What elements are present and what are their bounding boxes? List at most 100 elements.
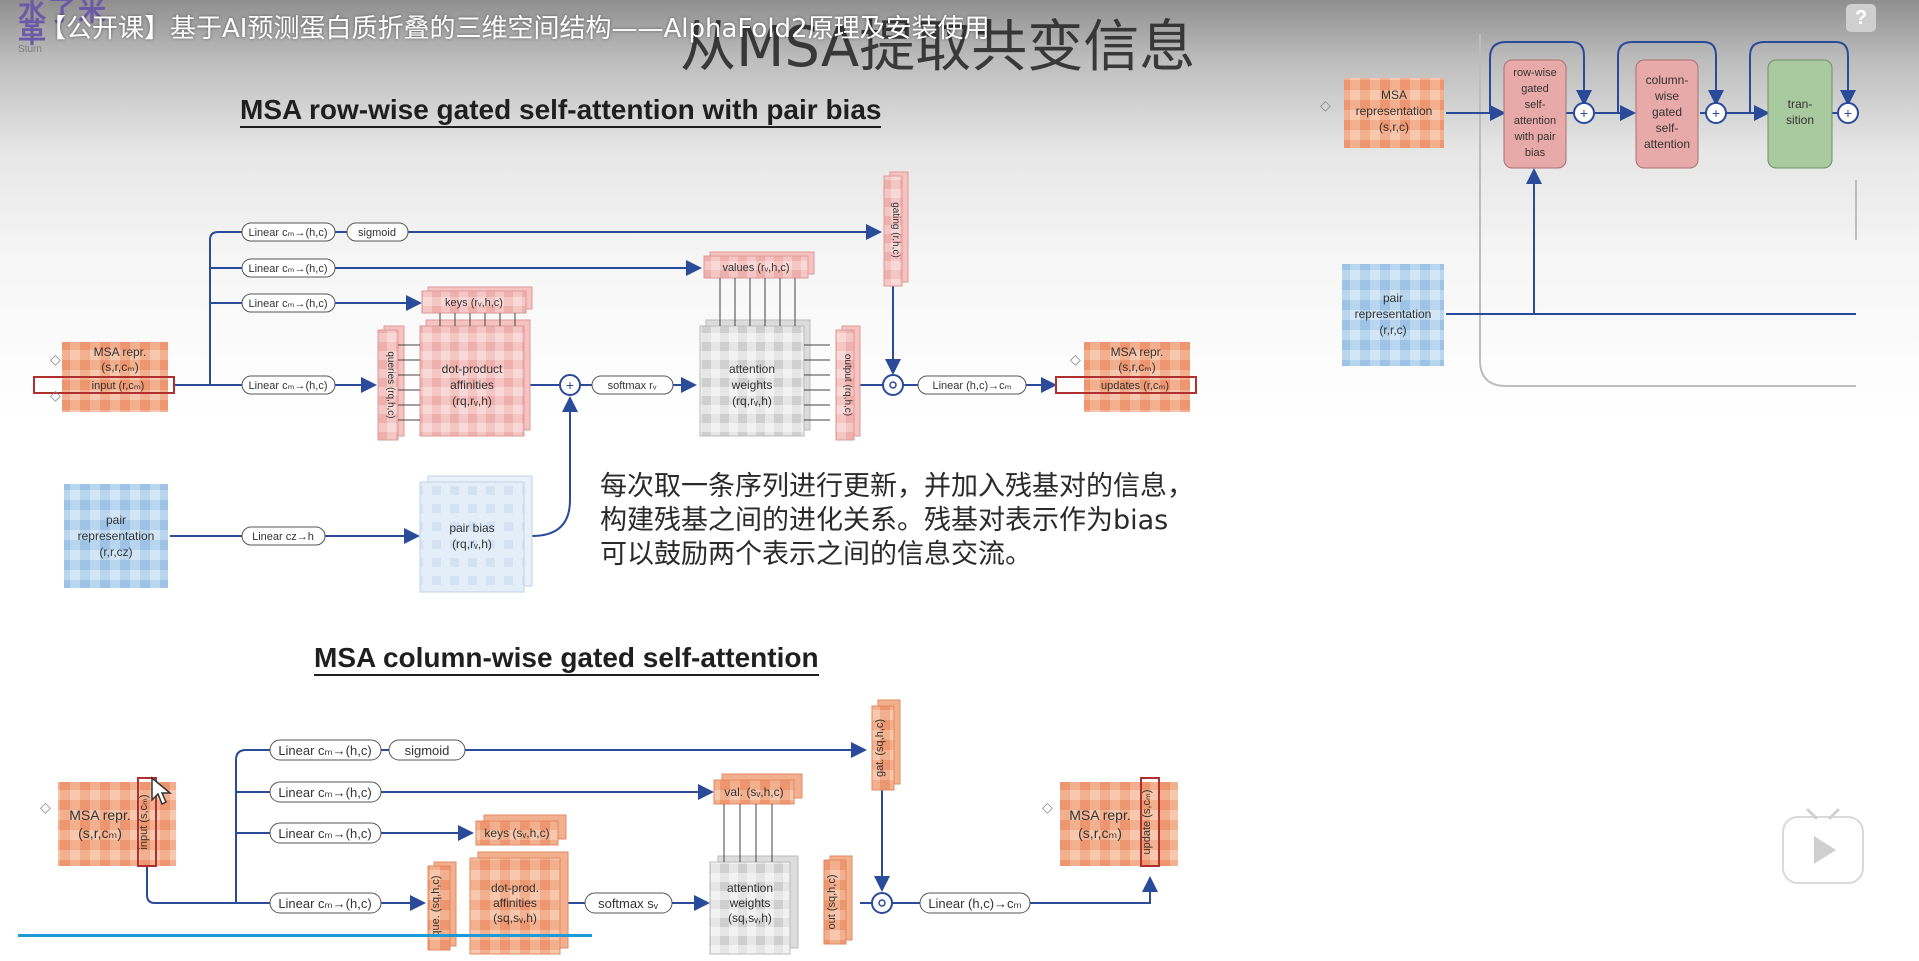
evoformer-diagram: MSA representation (s,r,c) ◇ row-wise ga… (1320, 34, 1859, 387)
evo-row-4: attention (1514, 115, 1556, 127)
row-pair-bias-label-2: (rq,rᵥ,h) (452, 537, 492, 551)
row-linear-pair-pill: Linear cz→h (241, 526, 326, 546)
col-gate-node (871, 892, 893, 914)
play-icon (1814, 836, 1836, 864)
row-msa-out-label-1: MSA repr. (1111, 345, 1164, 359)
svg-text:◇: ◇ (1070, 351, 1081, 367)
row-linear-3: Linear cₘ→(h,c) (249, 298, 328, 310)
col-input-label: input (s,cₘ) (138, 794, 150, 849)
logo-sub: Sturn (18, 44, 42, 55)
evo-col-4: self- (1656, 121, 1679, 135)
row-linear-out-pill: Linear (h,c)→cₘ (917, 375, 1027, 395)
row-msa-label-1: MSA repr. (94, 345, 147, 359)
row-dot-label-1: dot-product (442, 362, 503, 376)
col-val-stack: val. (sᵥ,h,c) (713, 773, 803, 805)
attention-diagram: MSA repr. (s,r,cₘ) input (r,cₘ) ◇ ◇ Line… (33, 34, 1859, 955)
row-queries-stack: queries (rq,h,c) (377, 325, 405, 441)
row-pair-label-1: pair (106, 513, 126, 527)
row-gating-stack: gating (r,h,c) (883, 171, 909, 287)
row-pair-label-2: representation (78, 529, 155, 543)
col-attn-label-3: (sq,sᵥ,h) (728, 911, 772, 925)
row-softmax-pill: softmax rᵥ (591, 375, 674, 395)
svg-text:+: + (1580, 105, 1588, 121)
evo-msa-label-2: representation (1356, 104, 1433, 118)
row-pair-repr-block: pair representation (r,r,cz) (64, 484, 168, 588)
svg-text:+: + (1844, 105, 1852, 121)
col-out-label: out (sq,h,c) (826, 874, 838, 929)
row-gating-label: gating (r,h,c) (890, 202, 901, 258)
video-progress-bar[interactable] (18, 934, 592, 937)
col-out-stack: out (sq,h,c) (823, 855, 853, 945)
svg-text:+: + (566, 377, 574, 393)
evo-col-1: column- (1646, 73, 1689, 87)
row-keys-label: keys (rᵥ,h,c) (445, 297, 503, 309)
evo-msa-label-3: (s,r,c) (1379, 120, 1409, 134)
col-linear-2: Linear cₘ→(h,c) (278, 785, 371, 800)
col-gat-label: gat. (sq,h,c) (874, 719, 886, 777)
row-keys-stack: keys (rᵥ,h,c) (421, 286, 533, 314)
col-que-label: que. (sq,h,c) (430, 875, 442, 936)
row-dot-label-2: affinities (450, 378, 494, 392)
play-button[interactable] (1782, 808, 1864, 884)
col-linear-4: Linear cₘ→(h,c) (278, 896, 371, 911)
row-msa-label-2: (s,r,cₘ) (101, 360, 138, 374)
col-linear-1: Linear cₘ→(h,c) (278, 743, 371, 758)
row-dot-label-3: (rq,rᵥ,h) (452, 394, 492, 408)
evo-col-3: gated (1652, 105, 1682, 119)
col-dot-prod-block: dot-prod. affinities (sq,sᵥ,h) (469, 851, 569, 955)
row-attn-label-3: (rq,rᵥ,h) (732, 394, 772, 408)
evo-trans-2: sition (1786, 113, 1814, 127)
row-dot-product-block: dot-product affinities (rq,rᵥ,h) (398, 313, 531, 437)
col-msa-output-block: MSA repr. (s,r,cₘ) update (s,cₘ) ◇ (1042, 777, 1178, 867)
mouse-cursor-icon (151, 776, 172, 806)
evo-row-3: self- (1525, 99, 1546, 111)
row-attn-label-1: attention (729, 362, 775, 376)
col-val-label: val. (sᵥ,h,c) (724, 785, 783, 799)
evo-trans-1: tran- (1788, 97, 1813, 111)
row-linear-2: Linear cₘ→(h,c) (249, 263, 328, 275)
col-attention-weights-block: attention weights (sq,sᵥ,h) (709, 804, 799, 955)
col-attn-label-2: weights (729, 896, 771, 910)
col-linear-out-label: Linear (h,c)→cₘ (928, 896, 1021, 911)
svg-text:◇: ◇ (1042, 799, 1053, 815)
col-msa-label-2: (s,r,cₘ) (78, 825, 122, 841)
evo-pair-2: representation (1355, 307, 1432, 321)
row-msa-output-block: MSA repr. (s,r,cₘ) updates (r,cₘ) ◇ (1055, 342, 1197, 412)
row-linear-pair-label: Linear cz→h (252, 531, 314, 543)
evo-pair-3: (r,r,c) (1379, 323, 1406, 337)
col-softmax-pill: softmax sᵥ (584, 892, 673, 914)
row-pair-bias-label-1: pair bias (449, 521, 494, 535)
row-queries-label: queries (rq,h,c) (385, 351, 396, 418)
row-pair-bias-block: pair bias (rq,rᵥ,h) (419, 475, 533, 593)
row-output-stack: output (rq,h,c) (835, 325, 861, 441)
col-linear-out-pill: Linear (h,c)→cₘ (919, 892, 1031, 914)
svg-text:◇: ◇ (50, 351, 61, 367)
col-sigmoid: sigmoid (405, 743, 450, 758)
row-linear-out-label: Linear (h,c)→cₘ (933, 380, 1012, 392)
row-gate-node (882, 374, 904, 396)
evo-row-1: row-wise (1513, 67, 1556, 79)
row-updates-label: updates (r,cₘ) (1101, 380, 1169, 392)
svg-text:◇: ◇ (40, 799, 51, 815)
col-dot-label-3: (sq,sᵥ,h) (493, 911, 537, 925)
col-keys-label: keys (sᵥ,h,c) (484, 826, 549, 840)
video-frame[interactable]: 水了米革 Sturn 从MSA提取共变信息 【公开课】基于AI预测蛋白质折叠的三… (0, 0, 1919, 961)
col-keys-stack: keys (sᵥ,h,c) (475, 814, 567, 846)
row-attn-label-2: weights (731, 378, 773, 392)
evo-msa-label-1: MSA (1381, 88, 1407, 102)
col-msa-label-1: MSA repr. (69, 807, 130, 823)
video-title: 【公开课】基于AI预测蛋白质折叠的三维空间结构——AlphaFold2原理及安装… (40, 14, 990, 44)
row-linear-1: Linear cₘ→(h,c) (249, 227, 328, 239)
svg-text:+: + (1712, 105, 1720, 121)
row-output-label: output (rq,h,c) (842, 354, 853, 416)
col-update-label: update (s,cₘ) (1141, 790, 1153, 855)
col-msa-out-label-1: MSA repr. (1069, 807, 1130, 823)
row-sigmoid: sigmoid (358, 227, 396, 239)
col-msa-out-label-2: (s,r,cₘ) (1078, 825, 1122, 841)
help-button[interactable]: ? (1846, 4, 1876, 32)
evo-pair-1: pair (1383, 291, 1403, 305)
row-pair-label-3: (r,r,cz) (99, 545, 132, 559)
row-attention-weights-block: attention weights (rq,rᵥ,h) (699, 278, 830, 437)
col-gat-stack: gat. (sq,h,c) (871, 699, 901, 791)
row-linear-4: Linear cₘ→(h,c) (249, 380, 328, 392)
